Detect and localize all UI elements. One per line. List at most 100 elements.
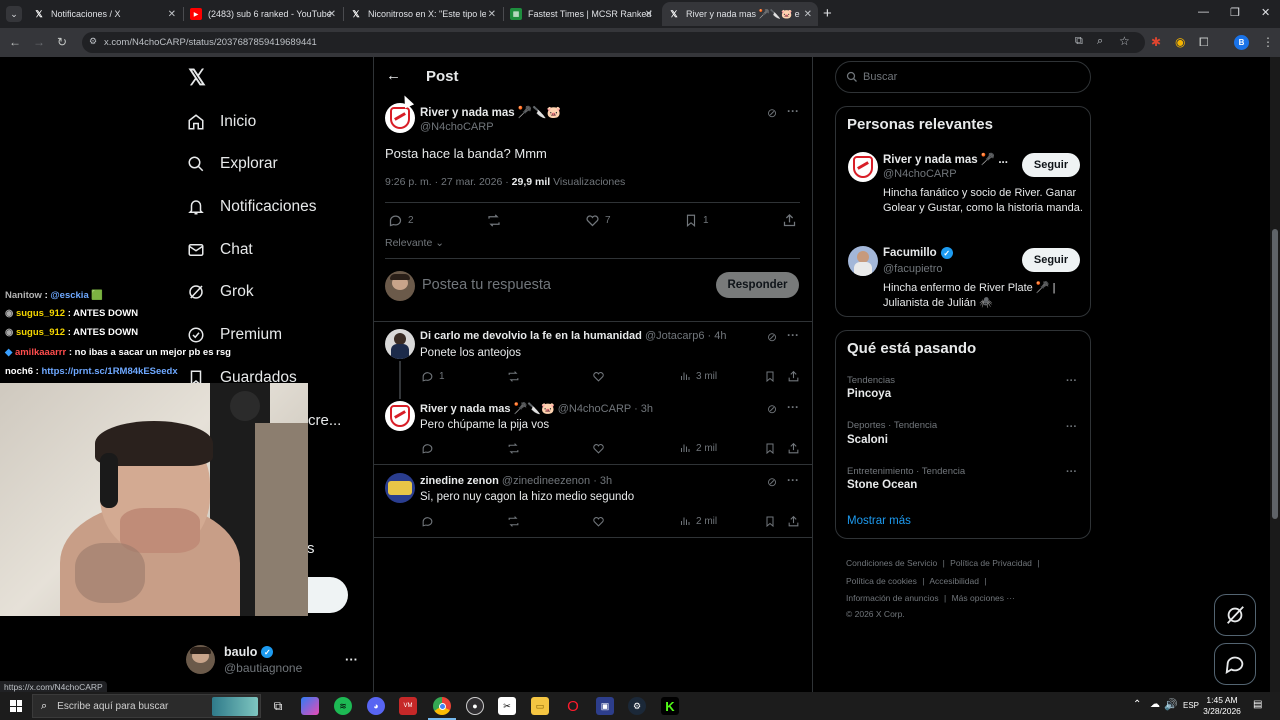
- obs-icon[interactable]: ●: [466, 697, 484, 715]
- close-tab-icon[interactable]: ✕: [645, 9, 653, 20]
- address-bar[interactable]: ⚙ x.com/N4choCARP/status/203768785941968…: [82, 32, 1145, 53]
- repost-icon[interactable]: [507, 370, 520, 388]
- nav-item-grok[interactable]: Grok: [186, 278, 254, 306]
- browser-tab-active[interactable]: 𝕏 River y nada mas 🥍🔪🐷 en X ✕: [662, 2, 818, 26]
- clock[interactable]: 1:45 AM 3/28/2026: [1202, 695, 1242, 717]
- page-scrollbar[interactable]: [1270, 57, 1280, 692]
- trend-name[interactable]: Pincoya: [847, 388, 891, 400]
- tray-overflow-icon[interactable]: ⌃: [1133, 699, 1141, 710]
- close-tab-icon[interactable]: ✕: [488, 9, 496, 20]
- bookmark-icon[interactable]: [764, 515, 776, 533]
- chrome-icon[interactable]: [433, 697, 451, 715]
- reply-author-handle[interactable]: @N4choCARP · 3h: [558, 403, 653, 415]
- share-icon[interactable]: [787, 515, 800, 533]
- footer-link[interactable]: Política de Privacidad: [950, 558, 1032, 568]
- onedrive-icon[interactable]: ☁: [1150, 699, 1160, 710]
- nav-item-inicio[interactable]: Inicio: [186, 108, 256, 136]
- tab-search-button[interactable]: ⌄: [6, 6, 22, 22]
- footer-link[interactable]: Información de anuncios: [846, 593, 939, 603]
- reply-avatar[interactable]: [385, 329, 415, 359]
- browser-tab[interactable]: ▦ Fastest Times | MCSR Ranked ✕: [504, 2, 659, 26]
- person-avatar[interactable]: [848, 246, 878, 276]
- share-icon[interactable]: [782, 213, 797, 233]
- person-handle[interactable]: @N4choCARP: [883, 168, 957, 180]
- opera-gx-icon[interactable]: O: [564, 697, 582, 715]
- heart-icon[interactable]: [592, 442, 605, 460]
- reply-action[interactable]: 2: [388, 213, 414, 228]
- file-explorer-icon[interactable]: ▭: [531, 697, 549, 715]
- copilot-icon[interactable]: [301, 697, 319, 715]
- app-icon-blue[interactable]: ▣: [596, 697, 614, 715]
- bookmark-star-icon[interactable]: ☆: [1119, 34, 1130, 48]
- footer-link[interactable]: Política de cookies: [846, 576, 917, 586]
- post-author-avatar[interactable]: [385, 103, 415, 133]
- footer-link[interactable]: Accesibilidad: [929, 576, 979, 586]
- reply-button[interactable]: Responder: [716, 272, 799, 298]
- volume-icon[interactable]: 🔊: [1164, 698, 1178, 711]
- account-avatar[interactable]: [186, 645, 215, 674]
- reply-author-handle[interactable]: @zinedineezenon · 3h: [502, 475, 612, 487]
- extension-icon-red[interactable]: ✱: [1151, 35, 1161, 49]
- account-more-icon[interactable]: ···: [345, 652, 358, 667]
- forward-icon[interactable]: →: [33, 35, 45, 49]
- browser-menu-icon[interactable]: ⋮: [1262, 35, 1274, 49]
- reply-input[interactable]: Postea tu respuesta: [422, 277, 551, 293]
- person-avatar[interactable]: [848, 152, 878, 182]
- repost-icon[interactable]: [507, 442, 520, 460]
- trend-name[interactable]: Scaloni: [847, 434, 888, 446]
- close-tab-icon[interactable]: ✕: [168, 9, 176, 20]
- more-options-icon[interactable]: ···: [787, 473, 799, 487]
- browser-tab[interactable]: ▶ (2483) sub 6 ranked - YouTube ✕: [184, 2, 342, 26]
- site-info-icon[interactable]: ⚙: [89, 36, 97, 47]
- reply-avatar[interactable]: [385, 473, 415, 503]
- x-logo-icon[interactable]: 𝕏: [185, 65, 209, 90]
- trend-name[interactable]: Stone Ocean: [847, 479, 917, 491]
- browser-tab[interactable]: 𝕏 Notificaciones / X ✕: [27, 2, 182, 26]
- search-input[interactable]: Buscar: [835, 61, 1091, 93]
- repost-icon[interactable]: [486, 213, 502, 233]
- more-options-icon[interactable]: ···: [1066, 375, 1077, 387]
- extensions-puzzle-icon[interactable]: ⧠: [1199, 35, 1209, 50]
- person-name[interactable]: River y nada mas 🥍 ...: [883, 152, 1008, 166]
- lang-indicator[interactable]: ESP: [1183, 701, 1199, 710]
- share-icon[interactable]: [787, 442, 800, 460]
- more-options-icon[interactable]: ···: [787, 104, 799, 118]
- reply-icon[interactable]: [421, 515, 434, 533]
- repost-icon[interactable]: [507, 515, 520, 533]
- reply-count[interactable]: 1: [421, 370, 445, 383]
- nav-item-premium[interactable]: Premium: [186, 321, 282, 349]
- show-more-link[interactable]: Mostrar más: [847, 515, 911, 527]
- post-timestamp[interactable]: 9:26 p. m. · 27 mar. 2026 ·: [385, 176, 509, 188]
- bookmark-icon[interactable]: [764, 370, 776, 388]
- sort-dropdown[interactable]: Relevante ⌄: [385, 237, 444, 249]
- close-tab-icon[interactable]: ✕: [804, 9, 812, 20]
- discord-icon[interactable]: ◕: [367, 697, 385, 715]
- restore-icon[interactable]: ❐: [1230, 6, 1240, 19]
- spotify-icon[interactable]: ≋: [334, 697, 352, 715]
- minimize-icon[interactable]: —: [1198, 6, 1209, 18]
- post-author-name[interactable]: River y nada mas 🥍🔪🐷: [420, 105, 561, 119]
- reload-icon[interactable]: ↻: [57, 35, 67, 49]
- nav-item-explorar[interactable]: Explorar: [186, 150, 278, 178]
- nav-item-notificaciones[interactable]: Notificaciones: [186, 193, 317, 221]
- follow-button[interactable]: Seguir: [1022, 248, 1080, 272]
- back-icon[interactable]: ←: [9, 35, 21, 49]
- task-view-icon[interactable]: ⧉: [269, 697, 287, 715]
- reply-avatar[interactable]: [385, 401, 415, 431]
- notifications-icon[interactable]: ▤: [1253, 699, 1262, 710]
- like-action[interactable]: 7: [585, 213, 611, 228]
- follow-button[interactable]: Seguir: [1022, 153, 1080, 177]
- views-count[interactable]: 3 mil: [679, 370, 717, 382]
- share-icon[interactable]: [787, 370, 800, 388]
- grok-icon[interactable]: ⊘: [767, 330, 777, 344]
- steam-icon[interactable]: ⚙: [628, 697, 646, 715]
- windows-start-icon[interactable]: [10, 700, 22, 712]
- capcut-icon[interactable]: ✂: [498, 697, 516, 715]
- kick-icon[interactable]: K: [661, 697, 679, 715]
- grok-icon[interactable]: ⊘: [767, 475, 777, 489]
- reply-icon[interactable]: [421, 442, 434, 460]
- person-name[interactable]: Facumillo: [883, 247, 937, 259]
- bookmark-action[interactable]: 1: [684, 213, 709, 228]
- cast-icon[interactable]: ⧉: [1075, 35, 1083, 48]
- views-count[interactable]: 2 mil: [679, 515, 717, 527]
